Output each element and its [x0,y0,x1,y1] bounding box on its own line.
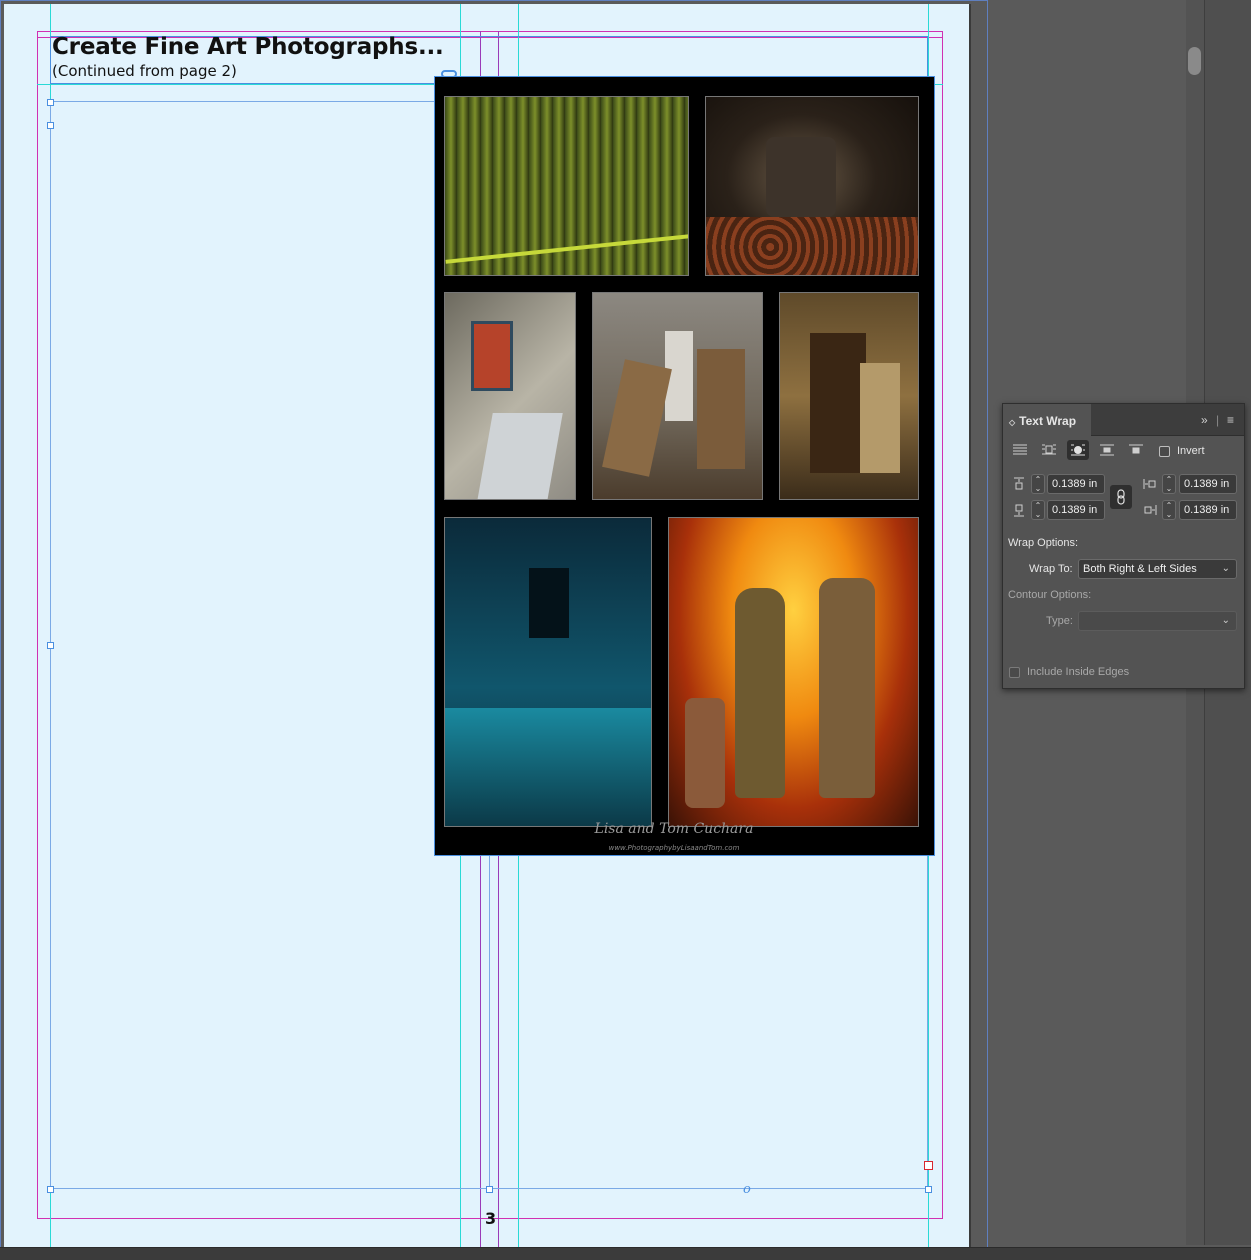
image-frame-selection[interactable] [434,76,935,856]
page-number: 3 [485,1209,497,1228]
frame-handle[interactable] [47,99,54,106]
wrap-to-dropdown[interactable]: Both Right & Left Sides ⌄ [1078,559,1237,579]
contour-options-label: Contour Options: [1008,589,1092,601]
top-offset-icon [1014,477,1024,490]
jump-to-next-column-button[interactable] [1125,440,1147,460]
left-offset-stepper[interactable]: ⌃ ⌄ [1162,474,1176,494]
collapse-panel-icon[interactable]: » [1201,413,1208,427]
page-headline[interactable]: Create Fine Art Photographs... [52,34,444,60]
body-text-column[interactable] [50,101,490,1189]
scrollbar-thumb[interactable] [1188,47,1201,75]
wrap-to-value: Both Right & Left Sides [1083,563,1197,575]
wrap-bounding-box-button[interactable] [1038,440,1060,460]
frame-handle[interactable] [925,1186,932,1193]
frame-handle[interactable] [47,642,54,649]
include-inside-edges-checkbox[interactable] [1009,667,1020,678]
panel-header: ◇ Text Wrap » | ≡ [1003,404,1244,436]
frame-handle[interactable] [486,1186,493,1193]
status-bar [0,1247,1251,1260]
tab-collapse-icon[interactable]: ◇ [1009,418,1015,427]
right-offset-icon [1144,505,1157,515]
type-label: Type: [1046,615,1073,627]
overset-text-icon[interactable] [924,1161,933,1170]
center-point-icon: o [743,1182,751,1197]
invert-checkbox[interactable] [1159,446,1170,457]
invert-label: Invert [1177,445,1205,457]
include-inside-edges-label: Include Inside Edges [1027,666,1130,678]
bottom-offset-field[interactable]: 0.1389 in [1047,500,1105,520]
chevron-down-icon: ⌄ [1221,563,1230,574]
document-page[interactable]: Create Fine Art Photographs... (Continue… [0,0,988,1250]
frame-handle[interactable] [47,1186,54,1193]
panel-menu-icon[interactable]: ≡ [1227,413,1234,427]
top-offset-stepper[interactable]: ⌃ ⌄ [1031,474,1045,494]
left-offset-icon [1143,479,1156,489]
top-offset-field[interactable]: 0.1389 in [1047,474,1105,494]
jump-object-button[interactable] [1096,440,1118,460]
object-shape-wrap-icon [1071,444,1085,456]
wrap-to-label: Wrap To: [1029,563,1073,575]
make-all-settings-same-button[interactable] [1110,485,1132,509]
no-wrap-icon [1013,444,1027,455]
panel-title: Text Wrap [1019,414,1077,428]
panel-divider: | [1216,413,1220,427]
contour-type-dropdown[interactable]: ⌄ [1078,611,1237,631]
wrap-object-shape-button[interactable] [1067,440,1089,460]
right-offset-stepper[interactable]: ⌃ ⌄ [1162,500,1176,520]
page-subhead[interactable]: (Continued from page 2) [52,62,237,80]
bounding-box-wrap-icon [1042,444,1056,455]
chain-link-icon [1117,489,1125,505]
frame-handle[interactable] [47,122,54,129]
bottom-offset-icon [1014,504,1024,517]
chevron-down-icon: ⌄ [1221,615,1230,626]
jump-column-icon [1129,444,1143,454]
right-offset-field[interactable]: 0.1389 in [1179,500,1237,520]
tab-text-wrap[interactable]: ◇ Text Wrap [1003,404,1091,436]
wrap-options-label: Wrap Options: [1008,537,1079,549]
jump-object-icon [1100,444,1114,456]
bottom-offset-stepper[interactable]: ⌃ ⌄ [1031,500,1045,520]
no-text-wrap-button[interactable] [1009,440,1031,460]
left-offset-field[interactable]: 0.1389 in [1179,474,1237,494]
